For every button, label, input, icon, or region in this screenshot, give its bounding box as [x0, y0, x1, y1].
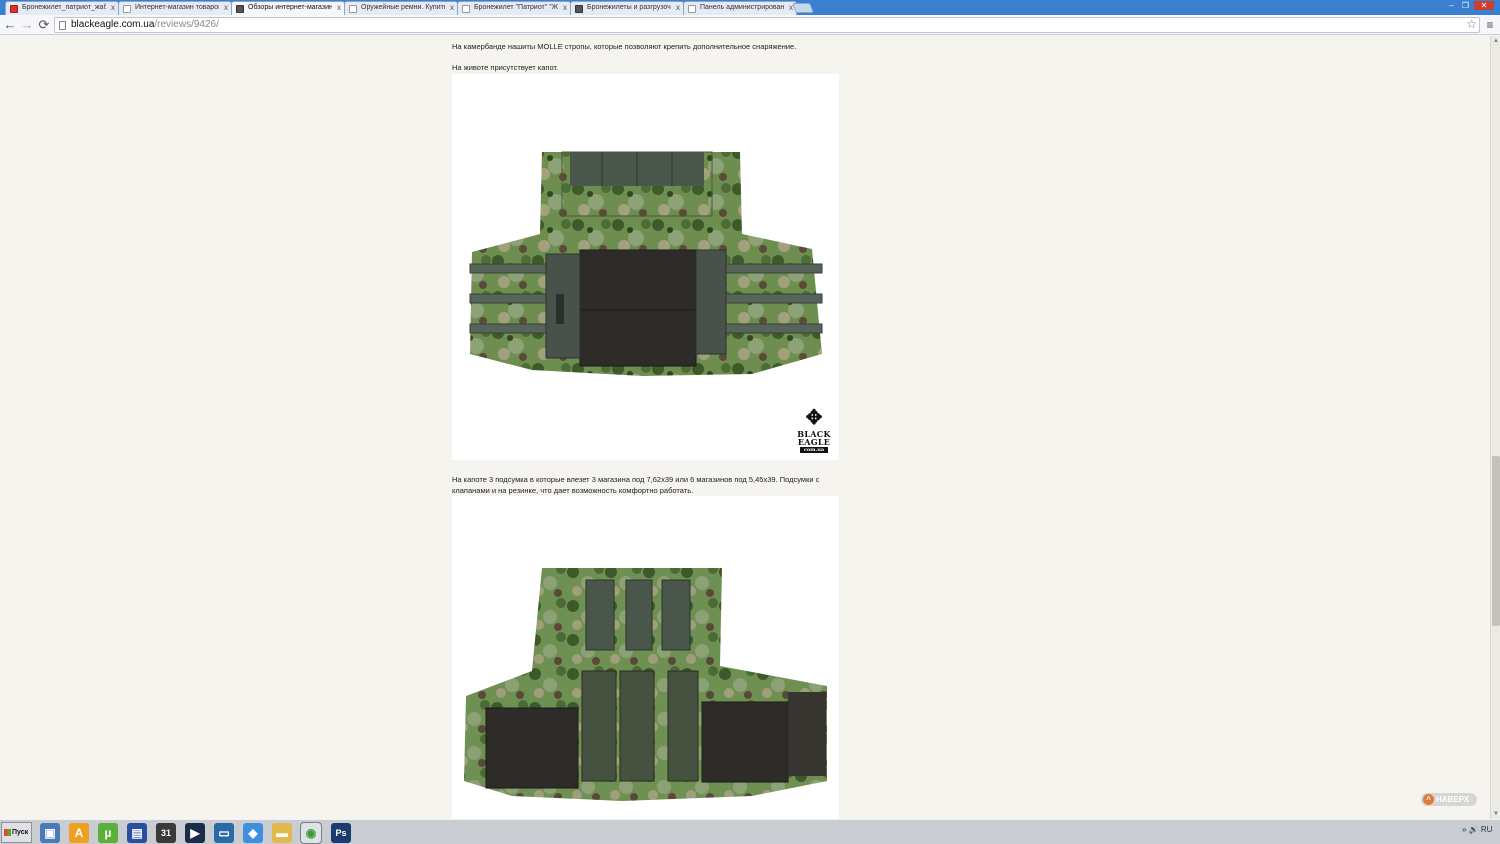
tab-2-active[interactable]: Обзоры интернет-магазин x: [231, 1, 345, 15]
tab-title: Оружейные ремни. Купить: [361, 4, 445, 11]
media-player-icon[interactable]: ▶: [185, 823, 205, 843]
start-label: Пуск: [12, 829, 29, 836]
article-paragraph: На животе присутствует капот.: [452, 63, 559, 72]
tab-title: Панель администрирования: [700, 4, 784, 11]
new-tab-button[interactable]: [792, 3, 814, 13]
monitor-icon[interactable]: ▭: [214, 823, 234, 843]
language-indicator[interactable]: RU: [1481, 825, 1493, 834]
chrome-icon[interactable]: ◉: [300, 822, 322, 844]
tab-title: Интернет-магазин товаров: [135, 4, 219, 11]
sound-icon[interactable]: 🔊: [1469, 825, 1479, 834]
eagle-icon: [236, 5, 244, 13]
url-path: /reviews/9426/: [154, 19, 219, 30]
tab-0[interactable]: Бронежилет_патриот_жаб x: [5, 1, 119, 15]
back-button[interactable]: ←: [2, 17, 18, 33]
tab-1[interactable]: Интернет-магазин товаров x: [118, 1, 232, 15]
eagle-icon: [575, 5, 583, 13]
address-bar[interactable]: blackeagle.com.ua/reviews/9426/ ☆: [54, 17, 1480, 33]
scroll-down-arrow-icon[interactable]: ▼: [1492, 810, 1500, 818]
tab-title: Бронежилет "Патриот" "Ж: [474, 4, 558, 11]
vest-pouches-photo: [452, 496, 839, 819]
start-button[interactable]: Пуск: [1, 822, 32, 843]
system-tray: » 🔊 RU: [1462, 825, 1492, 834]
black-eagle-logo: ✥ BLACK EAGLE com.ua: [797, 405, 831, 453]
close-window-button[interactable]: ✕: [1474, 1, 1494, 10]
tab-close-icon[interactable]: x: [111, 2, 115, 14]
folder-icon[interactable]: ▬: [272, 823, 292, 843]
tab-title: Бронежилеты и разгрузочн: [587, 4, 671, 11]
forward-button[interactable]: →: [19, 17, 35, 33]
yandex-icon: [10, 5, 18, 13]
article-paragraph: На камербанде нашиты MOLLE стропы, котор…: [452, 42, 797, 51]
tab-title: Обзоры интернет-магазин: [248, 4, 332, 11]
url-host: blackeagle.com.ua: [71, 19, 155, 30]
vest-front-illustration: [469, 151, 823, 376]
scroll-up-arrow-icon[interactable]: ▲: [1492, 37, 1500, 45]
tab-title: Бронежилет_патриот_жаб: [22, 4, 106, 11]
chrome-menu-button[interactable]: ≡: [1484, 18, 1496, 32]
tab-close-icon[interactable]: x: [450, 2, 454, 14]
page-content: На камербанде нашиты MOLLE стропы, котор…: [0, 36, 1490, 819]
windows-taskbar: Пуск ▣ A µ ▤ 31 ▶ ▭ ◆ ▬ ◉ Ps » 🔊 RU: [0, 819, 1500, 844]
calendar-icon[interactable]: 31: [156, 823, 176, 843]
arrow-up-icon: ^: [1423, 794, 1434, 805]
restore-button[interactable]: ❐: [1459, 1, 1472, 10]
windows-logo-icon: [4, 829, 11, 836]
minimize-button[interactable]: –: [1445, 1, 1458, 10]
eagle-icon: ✥: [805, 405, 823, 429]
tab-close-icon[interactable]: x: [563, 2, 567, 14]
dropbox-icon[interactable]: ◆: [243, 823, 263, 843]
page-icon: [123, 5, 131, 13]
tab-3[interactable]: Оружейные ремни. Купить x: [344, 1, 458, 15]
page-icon: [462, 5, 470, 13]
vest-pouches-illustration: [464, 568, 827, 801]
utorrent-icon[interactable]: µ: [98, 823, 118, 843]
scrollbar-thumb[interactable]: [1492, 456, 1500, 626]
tab-4[interactable]: Бронежилет "Патриот" "Ж x: [457, 1, 571, 15]
page-icon: [349, 5, 357, 13]
avast-icon[interactable]: A: [69, 823, 89, 843]
tab-close-icon[interactable]: x: [337, 2, 341, 14]
vest-front-photo: ✥ BLACK EAGLE com.ua: [452, 74, 839, 460]
page-scrollbar[interactable]: ▲ ▼: [1490, 36, 1500, 819]
browser-tab-strip: Бронежилет_патриот_жаб x Интернет-магази…: [0, 0, 1500, 15]
tab-5[interactable]: Бронежилеты и разгрузочн x: [570, 1, 684, 15]
reload-button[interactable]: ⟳: [36, 17, 52, 33]
tab-6[interactable]: Панель администрирования x: [683, 1, 797, 15]
browser-toolbar: ← → ⟳ blackeagle.com.ua/reviews/9426/ ☆ …: [0, 15, 1500, 35]
tab-close-icon[interactable]: x: [224, 2, 228, 14]
back-to-top-label: НАВЕРХ: [1436, 795, 1470, 804]
page-icon: [59, 21, 66, 30]
tray-expand-icon[interactable]: »: [1462, 825, 1466, 834]
page-icon: [688, 5, 696, 13]
photoshop-icon[interactable]: Ps: [331, 823, 351, 843]
computer-icon[interactable]: ▣: [40, 823, 60, 843]
bookmark-star-icon[interactable]: ☆: [1466, 17, 1477, 31]
article-paragraph: На капоте 3 подсумка в которые влезет 3 …: [452, 475, 820, 495]
tab-close-icon[interactable]: x: [676, 2, 680, 14]
save-disk-icon[interactable]: ▤: [127, 823, 147, 843]
back-to-top-button[interactable]: ^ НАВЕРХ: [1421, 793, 1477, 806]
